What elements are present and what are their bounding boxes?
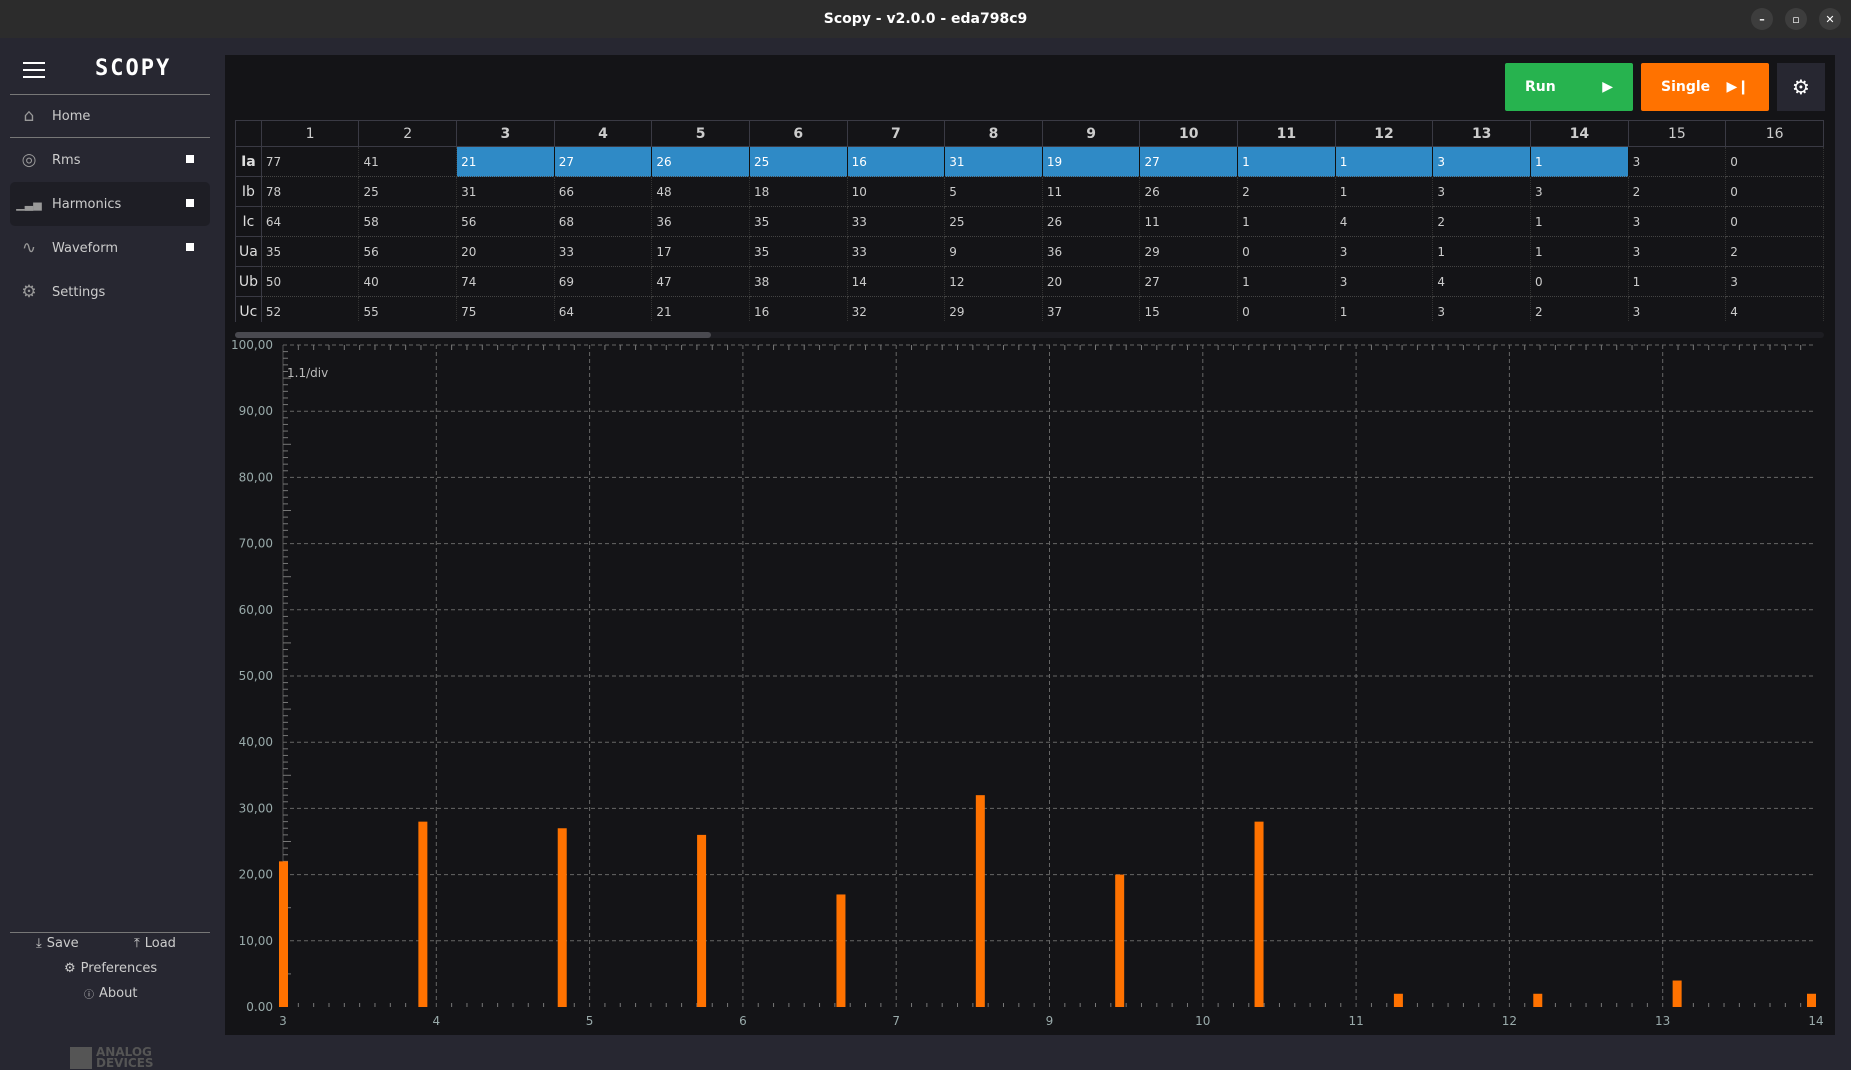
sidebar-item-settings[interactable]: ⚙ Settings [10, 270, 210, 314]
sidebar-item-label: Waveform [52, 240, 118, 256]
harmonic-bar [418, 821, 428, 1007]
status-indicator [186, 199, 194, 207]
window-titlebar: Scopy - v2.0.0 - eda798c9 – ▫ ✕ [0, 0, 1851, 38]
sidebar-item-waveform[interactable]: ∿ Waveform [10, 226, 210, 270]
x-tick-label: 9 [1046, 1014, 1054, 1028]
x-tick-label: 13 [1655, 1014, 1670, 1028]
load-button[interactable]: ⤒ Load [134, 936, 176, 951]
harmonic-bar [1533, 993, 1543, 1007]
harmonic-bar [697, 834, 707, 1007]
x-tick-label: 10 [1195, 1014, 1210, 1028]
y-tick-label: 80,00 [239, 470, 273, 484]
close-button[interactable]: ✕ [1819, 8, 1841, 30]
y-tick-label: 20,00 [239, 868, 273, 882]
minimize-button[interactable]: – [1751, 8, 1773, 30]
sidebar-item-home[interactable]: ⌂ Home [10, 94, 210, 138]
status-indicator [186, 243, 194, 251]
harmonic-bar [1115, 874, 1125, 1007]
harmonic-bar [1672, 980, 1682, 1007]
y-tick-label: 100,00 [231, 338, 273, 352]
load-icon: ⤒ [134, 936, 140, 951]
status-indicator [186, 155, 194, 163]
scopy-logo: SCOPY [95, 56, 172, 81]
maximize-button[interactable]: ▫ [1785, 8, 1807, 30]
harmonic-bar [1254, 821, 1264, 1007]
preferences-button[interactable]: ⚙ Preferences [64, 961, 157, 976]
x-tick-label: 3 [279, 1014, 287, 1028]
y-tick-label: 0.00 [246, 1000, 273, 1014]
sidebar-item-rms[interactable]: ◎ Rms [10, 138, 210, 182]
hamburger-menu-icon[interactable] [23, 62, 45, 78]
harmonics-icon: ▁▃▅ [16, 197, 42, 211]
sidebar-item-label: Settings [52, 284, 106, 300]
sidebar-item-label: Home [52, 108, 91, 124]
harmonic-bar [975, 795, 985, 1007]
gear-icon: ⚙ [64, 961, 76, 976]
harmonic-bar [836, 894, 846, 1007]
harmonic-bar [557, 828, 567, 1007]
division-label: 1.1/div [287, 366, 328, 380]
sidebar-item-label: Harmonics [52, 196, 122, 212]
x-tick-label: 6 [739, 1014, 747, 1028]
x-tick-label: 5 [586, 1014, 594, 1028]
gear-icon: ⚙ [21, 282, 37, 302]
waveform-icon: ∿ [21, 238, 37, 258]
info-icon: ⓘ [84, 990, 94, 1001]
save-icon: ⤓ [36, 936, 42, 951]
rms-icon: ◎ [21, 150, 37, 170]
x-tick-label: 14 [1808, 1014, 1823, 1028]
y-tick-label: 40,00 [239, 735, 273, 749]
harmonics-panel: Run ▶ Single ▶❙ ⚙ 1 2 3 4 5 6 7 8 9 10 11 12 13 14 15 16 I… [225, 55, 1835, 1035]
divider [10, 932, 210, 933]
window-title: Scopy - v2.0.0 - eda798c9 [823, 11, 1028, 27]
x-tick-label: 7 [892, 1014, 900, 1028]
about-button[interactable]: ⓘ About [84, 986, 137, 1001]
x-tick-label: 11 [1348, 1014, 1363, 1028]
sidebar: SCOPY ⌂ Home ◎ Rms ▁▃▅ Harmonics ∿ Waveform … [0, 38, 222, 1069]
sidebar-item-harmonics[interactable]: ▁▃▅ Harmonics [10, 182, 210, 226]
y-tick-label: 70,00 [239, 537, 273, 551]
harmonic-bar [279, 861, 288, 1007]
y-tick-label: 60,00 [239, 603, 273, 617]
x-tick-label: 12 [1502, 1014, 1517, 1028]
home-icon: ⌂ [23, 106, 35, 126]
sidebar-item-label: Rms [52, 152, 81, 168]
harmonic-bar [1807, 993, 1816, 1007]
harmonic-bar [1393, 993, 1403, 1007]
y-tick-label: 50,00 [239, 669, 273, 683]
y-tick-label: 90,00 [239, 404, 273, 418]
x-tick-label: 4 [432, 1014, 440, 1028]
y-tick-label: 30,00 [239, 801, 273, 815]
save-button[interactable]: ⤓ Save [36, 936, 79, 951]
y-tick-label: 10,00 [239, 934, 273, 948]
harmonics-bar-chart: 0.00 10,00 20,00 30,00 40,00 50,00 60,00 70,00 8… [231, 338, 1824, 1028]
analog-devices-logo: ANALOG DEVICES [70, 1046, 156, 1069]
